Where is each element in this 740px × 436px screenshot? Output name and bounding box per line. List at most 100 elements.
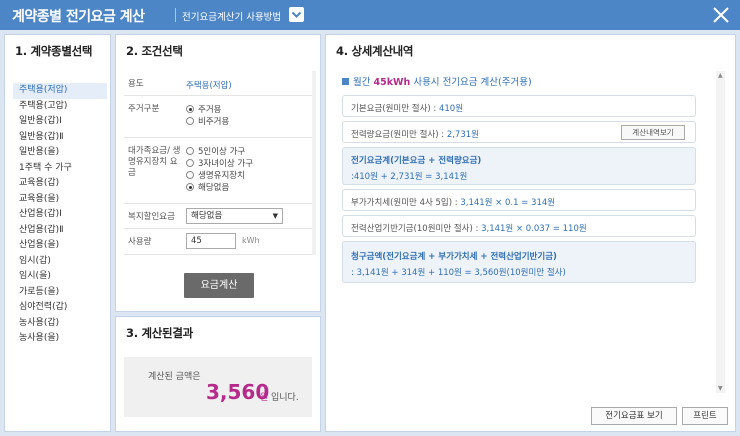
radio-dot[interactable]: [186, 147, 194, 155]
contract-type-item[interactable]: 농사용(갑): [13, 316, 107, 332]
energy-charge-text: 전력량요금(원미만 절사) : 2,731원: [351, 128, 479, 140]
contract-type-item[interactable]: 산업용(을): [13, 238, 107, 254]
close-icon[interactable]: [710, 4, 732, 26]
panel-heading: 4. 상세계산내역: [336, 44, 414, 58]
vat-label: 부가가치세(원미만 4사 5입) :: [351, 198, 458, 208]
contract-type-item[interactable]: 주택용(고압): [13, 99, 107, 115]
welfare-select[interactable]: 해당없음 ▼: [186, 208, 283, 224]
subtotal-heading: 전기요금계(기본요금 + 전력량요금): [351, 156, 482, 166]
residence-row: 주거구분 주거용 비주거용: [124, 96, 312, 138]
radio-label: 5인이상 가구: [198, 147, 246, 157]
radio-dot[interactable]: [186, 117, 194, 125]
radio-dot[interactable]: [186, 171, 194, 179]
base-charge-text: 기본요금(원미만 절사) : 410원: [351, 102, 463, 114]
contract-type-item[interactable]: 1주택 수 가구: [13, 161, 107, 177]
headline-prefix: 월간: [353, 77, 371, 88]
welfare-select-value: 해당없음: [191, 211, 223, 221]
usage-amount-label: 사용량: [128, 237, 152, 247]
radio-dot[interactable]: [186, 183, 194, 191]
discount-row: 대가족요금/ 생명유지장치 요금 5인이상 가구 3자녀이상 가구 생명유지장치…: [124, 138, 312, 204]
energy-charge-label: 전력량요금(원미만 절사) :: [351, 130, 445, 140]
fund-label: 전력산업기반기금(10원미만 절사) :: [351, 224, 479, 234]
panel-heading: 2. 조건선택: [126, 44, 183, 58]
base-charge-value: 410원: [438, 104, 464, 114]
radio-non-residential[interactable]: 비주거용: [186, 115, 229, 127]
usage-amount-input[interactable]: 45: [186, 233, 236, 249]
usage-amount-row: 사용량 45 kWh: [124, 229, 312, 255]
radio-label: 해당없음: [198, 183, 230, 193]
subtotal-row: 전기요금계(기본요금 + 전력량요금) :410원 + 2,731원 = 3,1…: [342, 147, 696, 185]
contract-type-item[interactable]: 가로등(을): [13, 285, 107, 301]
detail-scrollbar[interactable]: ▲ ▼: [716, 71, 725, 393]
tariff-table-button[interactable]: 전기요금표 보기: [591, 407, 677, 425]
contract-type-list: 주택용(저압) 주택용(고압) 일반용(갑)Ⅰ 일반용(갑)Ⅱ 일반용(을) 1…: [13, 83, 107, 347]
result-currency: 원: [260, 393, 269, 403]
chevron-down-icon[interactable]: [289, 7, 304, 22]
contract-type-item[interactable]: 교육용(갑): [13, 176, 107, 192]
headline-suffix: 사용시 전기요금 계산(주거용): [413, 77, 532, 88]
print-button[interactable]: 프린트: [682, 407, 728, 425]
discount-label: 대가족요금/ 생명유지장치 요금: [128, 146, 181, 178]
radio-none[interactable]: 해당없음: [186, 181, 253, 193]
result-panel: 3. 계산된결과 계산된 금액은 3,560 원 입니다.: [115, 316, 321, 432]
fund-text: 전력산업기반기금(10원미만 절사) : 3,141원 × 0.037 = 11…: [351, 222, 587, 234]
panel-heading: 3. 계산된결과: [126, 326, 193, 340]
vat-value: 3,141원 × 0.1 = 314원: [460, 198, 556, 208]
detail-panel: 4. 상세계산내역 월간 45kWh 사용시 전기요금 계산(주거용) 기본요금…: [325, 34, 736, 432]
radio-large-family[interactable]: 5인이상 가구: [186, 145, 253, 157]
kwh-unit: kWh: [242, 236, 260, 245]
bill-total-heading: 청구금액(전기요금계 + 부가가치세 + 전력산업기반기금): [351, 252, 557, 262]
howto-link[interactable]: 전기요금계산기 사용방법: [182, 9, 281, 23]
title-bar: 계약종별 전기요금 계산 전기요금계산기 사용방법: [0, 0, 740, 30]
radio-dot[interactable]: [186, 105, 194, 113]
calculate-button[interactable]: 요금계산: [184, 273, 254, 298]
radio-dot[interactable]: [186, 159, 194, 167]
contract-type-item[interactable]: 산업용(갑)Ⅰ: [13, 207, 107, 223]
radio-label: 3자녀이상 가구: [198, 159, 254, 169]
contract-type-item[interactable]: 산업용(갑)Ⅱ: [13, 223, 107, 239]
welfare-label: 복지할인요금: [128, 212, 175, 222]
radio-life-support[interactable]: 생명유지장치: [186, 169, 253, 181]
scroll-up-icon[interactable]: ▲: [718, 72, 723, 79]
result-box: 계산된 금액은 3,560 원 입니다.: [124, 357, 312, 417]
condition-panel: 2. 조건선택 용도 주택용(저압) 주거구분 주거용 비주거용 대가족요금/ …: [115, 34, 321, 312]
welfare-row: 복지할인요금 해당없음 ▼: [124, 204, 312, 229]
contract-type-item[interactable]: 일반용(갑)Ⅰ: [13, 114, 107, 130]
contract-type-panel: 1. 계약종별선택 주택용(저압) 주택용(고압) 일반용(갑)Ⅰ 일반용(갑)…: [4, 34, 111, 432]
usage-label: 용도: [128, 79, 144, 89]
bill-total-row: 청구금액(전기요금계 + 부가가치세 + 전력산업기반기금) : 3,141원 …: [342, 241, 696, 283]
bill-total-formula: : 3,141원 + 314원 + 110원 = 3,560원(10원미만 절사…: [351, 268, 566, 278]
result-suffix: 입니다.: [271, 393, 299, 403]
energy-charge-value: 2,731원: [446, 130, 479, 140]
vat-text: 부가가치세(원미만 4사 5입) : 3,141원 × 0.1 = 314원: [351, 196, 555, 208]
usage-value: 주택용(저압): [186, 81, 232, 91]
window-title: 계약종별 전기요금 계산: [12, 9, 145, 25]
contract-type-item[interactable]: 임시(갑): [13, 254, 107, 270]
fund-value: 3,141원 × 0.037 = 110원: [481, 224, 587, 234]
caret-down-icon: ▼: [272, 212, 278, 220]
fund-row: 전력산업기반기금(10원미만 절사) : 3,141원 × 0.037 = 11…: [342, 215, 696, 237]
radio-three-children[interactable]: 3자녀이상 가구: [186, 157, 253, 169]
contract-type-item[interactable]: 임시(을): [13, 269, 107, 285]
detail-headline: 월간 45kWh 사용시 전기요금 계산(주거용): [342, 74, 532, 88]
contract-type-item[interactable]: 심야전력(갑): [13, 300, 107, 316]
view-details-button[interactable]: 계산내역보기: [621, 125, 685, 140]
radio-residential[interactable]: 주거용: [186, 103, 229, 115]
scroll-down-icon[interactable]: ▼: [718, 385, 723, 392]
base-charge-label: 기본요금(원미만 절사) :: [351, 104, 437, 114]
base-charge-row: 기본요금(원미만 절사) : 410원: [342, 95, 696, 117]
radio-label: 비주거용: [198, 117, 230, 127]
contract-type-item[interactable]: 교육용(을): [13, 192, 107, 208]
contract-type-item[interactable]: 일반용(갑)Ⅱ: [13, 130, 107, 146]
bullet-square-icon: [342, 78, 349, 85]
contract-type-item[interactable]: 농사용(을): [13, 331, 107, 347]
title-divider: [175, 8, 176, 22]
residence-label: 주거구분: [128, 104, 160, 114]
contract-type-item[interactable]: 주택용(저압): [13, 83, 107, 99]
radio-label: 생명유지장치: [198, 171, 245, 181]
energy-charge-row: 전력량요금(원미만 절사) : 2,731원 계산내역보기: [342, 121, 696, 143]
result-intro: 계산된 금액은: [148, 372, 201, 382]
condition-scrollbar[interactable]: [312, 71, 316, 255]
radio-label: 주거용: [198, 105, 222, 115]
contract-type-item[interactable]: 일반용(을): [13, 145, 107, 161]
